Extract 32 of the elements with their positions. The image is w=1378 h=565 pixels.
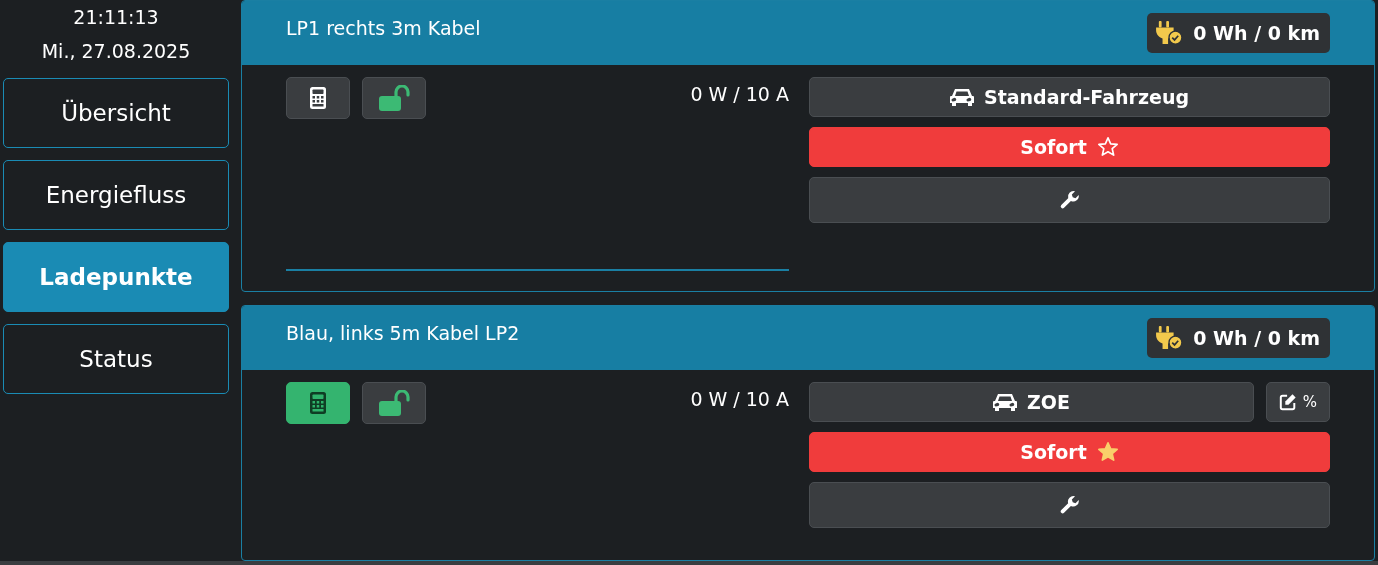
energy-text: 0 Wh / 0 km [1193, 327, 1320, 349]
plug-check-icon [1155, 326, 1184, 350]
nav-tab[interactable]: Übersicht [3, 78, 229, 148]
nav-tab[interactable]: Energiefluss [3, 160, 229, 230]
calculator-icon [310, 392, 326, 414]
soc-edit-button[interactable]: % [1266, 382, 1330, 422]
nav-tab[interactable]: Ladepunkte [3, 242, 229, 312]
calculator-icon [310, 87, 326, 109]
charge-point-title: Blau, links 5m Kabel LP2 [286, 322, 520, 344]
power-reading: 0 W / 10 A [690, 83, 789, 105]
lock-button[interactable] [362, 77, 426, 119]
unlocked-padlock-icon [378, 390, 410, 416]
vehicle-button[interactable]: ZOE [809, 382, 1254, 422]
clock-time: 21:11:13 [73, 5, 159, 30]
power-reading: 0 W / 10 A [690, 388, 789, 410]
nav-tab[interactable]: Status [3, 324, 229, 394]
clock-date: Mi., 27.08.2025 [41, 39, 191, 64]
lock-button[interactable] [362, 382, 426, 424]
charge-mode-button[interactable]: Sofort [809, 127, 1330, 167]
calculator-button[interactable] [286, 77, 350, 119]
wrench-icon [1058, 189, 1081, 211]
car-icon [949, 87, 974, 107]
charge-mode-button[interactable]: Sofort [809, 432, 1330, 472]
energy-text: 0 Wh / 0 km [1193, 22, 1320, 44]
unlocked-padlock-icon [378, 85, 410, 111]
plug-check-icon [1155, 21, 1184, 45]
charge-point-title: LP1 rechts 3m Kabel [286, 17, 481, 39]
calculator-button[interactable] [286, 382, 350, 424]
wrench-icon [1058, 494, 1081, 516]
vehicle-button[interactable]: Standard-Fahrzeug [809, 77, 1330, 117]
edit-icon [1278, 393, 1297, 411]
car-icon [993, 392, 1018, 412]
